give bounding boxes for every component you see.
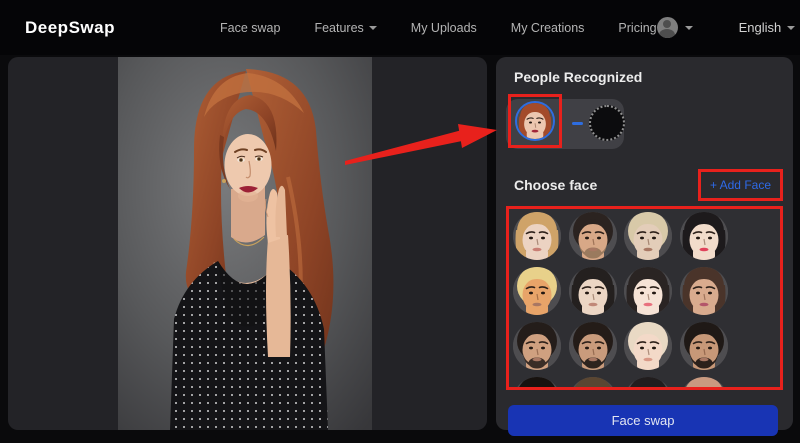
recognized-face-thumb[interactable]	[515, 101, 555, 141]
face-thumb-baby[interactable]	[624, 322, 672, 370]
deepswap-logo[interactable]: DeepSwap	[25, 18, 115, 38]
user-avatar[interactable]	[657, 17, 678, 38]
target-face-placeholder[interactable]	[589, 105, 625, 141]
face-thumb-dark-beard-man[interactable]	[513, 377, 561, 390]
annotation-box-recognized-face	[508, 94, 562, 148]
face-thumb-dark-haired-man[interactable]	[569, 212, 617, 260]
main-nav: Face swap Features My Uploads My Creatio…	[220, 21, 657, 35]
face-swap-button[interactable]: Face swap	[508, 405, 778, 436]
caret-down-icon[interactable]	[685, 26, 693, 30]
portrait-photo[interactable]	[118, 57, 372, 430]
language-selector[interactable]: English	[739, 20, 796, 35]
caret-down-icon	[787, 26, 795, 30]
people-recognized-title: People Recognized	[514, 69, 783, 85]
face-thumb-bearded-man[interactable]	[569, 322, 617, 370]
woman-portrait-illustration	[118, 57, 372, 430]
face-thumb-asian-woman-3[interactable]	[624, 267, 672, 315]
nav-face-swap[interactable]: Face swap	[220, 21, 280, 35]
top-navbar: DeepSwap Face swap Features My Uploads M…	[0, 0, 800, 55]
face-thumb-glasses-beard-man[interactable]	[569, 377, 617, 390]
face-thumb-brunette-woman[interactable]	[680, 267, 728, 315]
face-thumb-stubble-man[interactable]	[513, 322, 561, 370]
navbar-right: English	[657, 17, 796, 38]
nav-my-uploads[interactable]: My Uploads	[411, 21, 477, 35]
face-thumb-asian-woman-red-lips[interactable]	[680, 212, 728, 260]
annotation-box-face-grid	[506, 206, 783, 390]
mapping-dash-icon	[572, 122, 583, 125]
choose-face-row: Choose face + Add Face	[506, 169, 783, 201]
choose-face-title: Choose face	[514, 177, 597, 193]
face-swap-panel: People Recognized Choose face + Add Face	[496, 57, 793, 430]
face-thumb-orange-trump[interactable]	[513, 267, 561, 315]
face-thumb-side-glance-man[interactable]	[680, 322, 728, 370]
nav-my-creations[interactable]: My Creations	[511, 21, 585, 35]
caret-down-icon	[369, 26, 377, 30]
nav-pricing[interactable]: Pricing	[618, 21, 656, 35]
nav-features[interactable]: Features	[314, 21, 376, 35]
face-thumb-asian-woman-4[interactable]	[624, 377, 672, 390]
add-face-button[interactable]: + Add Face	[698, 169, 783, 201]
source-image-panel	[8, 57, 487, 430]
face-thumb-blonde-woman[interactable]	[513, 212, 561, 260]
face-thumb-asian-woman-2[interactable]	[569, 267, 617, 315]
face-grid	[509, 209, 780, 390]
face-thumb-gray-trump[interactable]	[624, 212, 672, 260]
people-recognized-row	[506, 97, 783, 151]
face-thumb-partial-pink-face[interactable]	[680, 377, 728, 390]
